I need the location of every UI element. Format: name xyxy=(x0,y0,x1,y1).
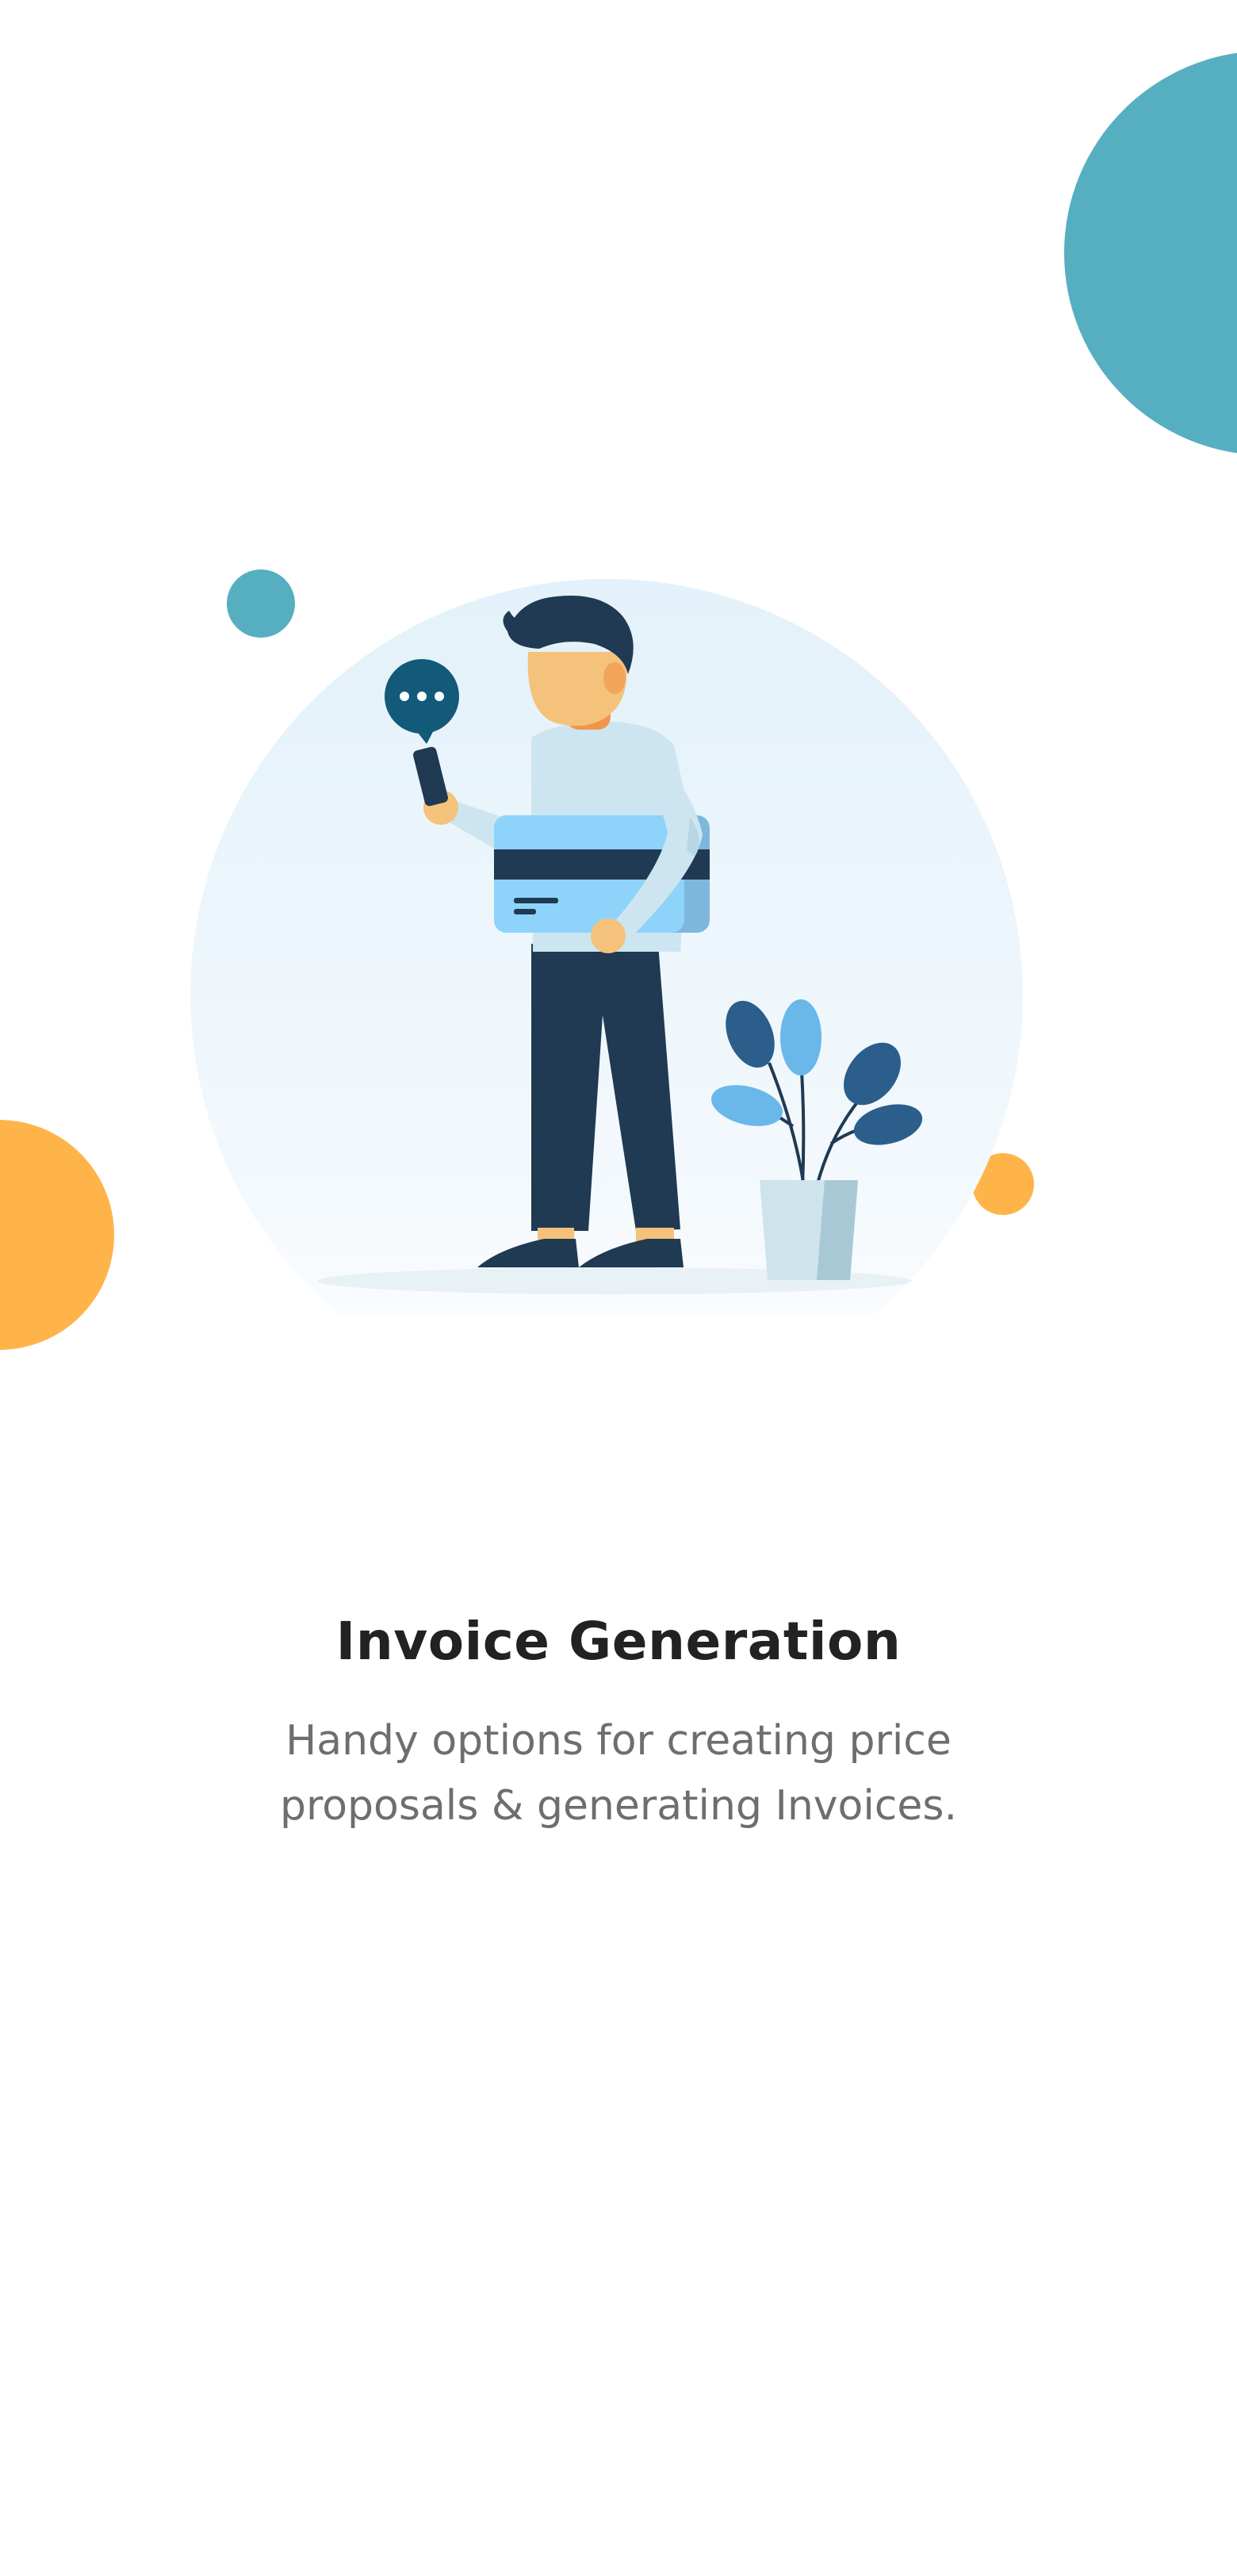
onboarding-text-block: Invoice Generation Handy options for cre… xyxy=(0,1602,1237,1838)
page-title: Invoice Generation xyxy=(335,1611,902,1672)
subtitle-line-1: Handy options for creating price xyxy=(285,1717,952,1765)
onboarding-illustration xyxy=(190,579,1023,1317)
onboarding-screen: Invoice Generation Handy options for cre… xyxy=(0,0,1237,2576)
decorative-orange-circle-large xyxy=(0,1120,114,1350)
decorative-teal-circle-large xyxy=(1064,51,1237,455)
subtitle-line-2: proposals & generating Invoices. xyxy=(279,1782,958,1830)
page-subtitle: Handy options for creating price proposa… xyxy=(222,1708,1015,1838)
